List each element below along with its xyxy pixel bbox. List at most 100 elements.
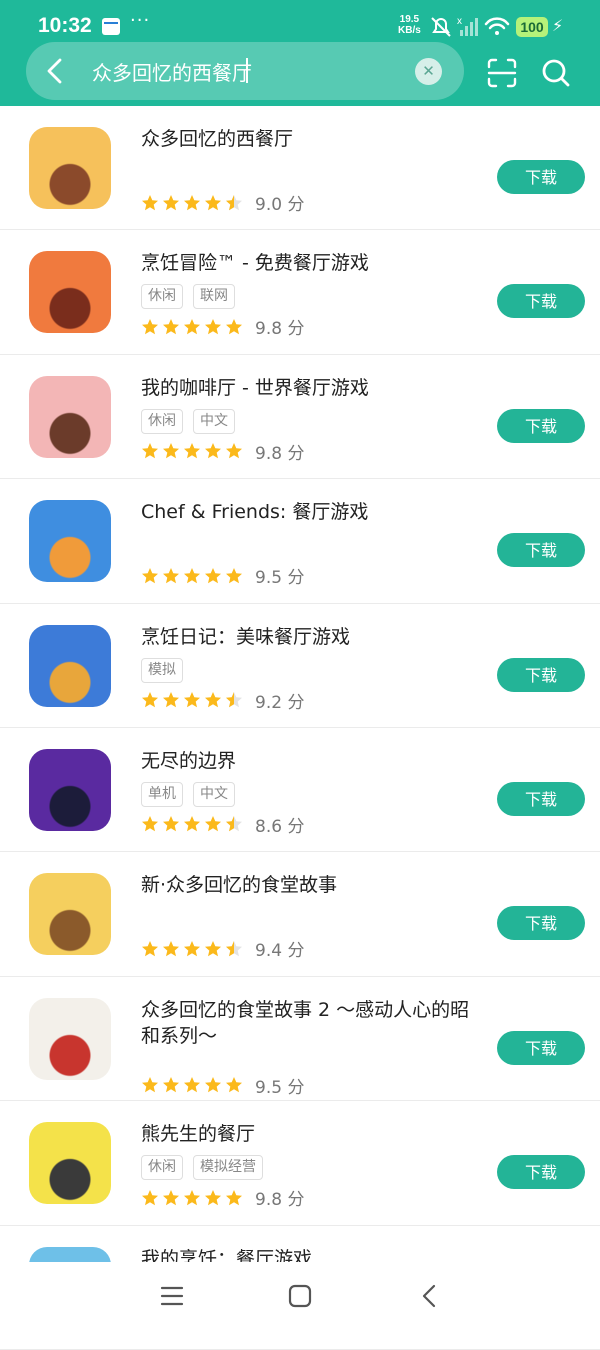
clear-search-button[interactable]: ✕ <box>415 58 442 85</box>
download-button[interactable]: 下载 <box>497 657 585 692</box>
app-icon[interactable] <box>29 127 111 209</box>
app-icon[interactable] <box>29 1122 111 1205</box>
back-arrow-icon[interactable] <box>40 56 70 86</box>
app-list-item[interactable]: Chef & Friends: 餐厅游戏 9.5 分 下载 <box>0 479 600 604</box>
star-icon <box>163 443 179 459</box>
download-button[interactable]: 下载 <box>497 1030 585 1065</box>
star-icon <box>205 692 221 708</box>
star-icon <box>142 692 158 708</box>
star-rating <box>141 318 243 336</box>
star-icon <box>226 1189 242 1205</box>
scan-icon[interactable] <box>487 58 517 88</box>
more-notifications-icon: ··· <box>130 10 151 31</box>
star-icon <box>184 940 200 957</box>
star-icon <box>142 940 158 957</box>
app-tag: 模拟 <box>141 657 183 683</box>
search-input[interactable]: 众多回忆的西餐厅 <box>92 57 252 86</box>
star-icon <box>205 194 221 210</box>
app-tags: 休闲 联网 <box>141 284 235 310</box>
calendar-notification-icon <box>102 18 120 35</box>
app-score: 9.4 分 <box>255 941 305 962</box>
app-list-item[interactable]: 众多回忆的西餐厅 9.0 分 下载 <box>0 106 600 231</box>
star-icon <box>205 318 221 335</box>
app-icon[interactable] <box>29 873 111 956</box>
app-title[interactable]: 我的咖啡厅 - 世界餐厅游戏 <box>141 375 481 401</box>
app-title[interactable]: 新·众多回忆的食堂故事 <box>141 872 481 898</box>
app-list-item[interactable]: 烹饪日记：美味餐厅游戏 模拟 9.2 分 下载 <box>0 604 600 728</box>
star-rating <box>141 1189 243 1207</box>
app-tag: 休闲 <box>141 284 183 310</box>
app-list-item[interactable]: 我的咖啡厅 - 世界餐厅游戏 休闲 中文 9.8 分 下载 <box>0 355 600 480</box>
search-icon[interactable] <box>540 57 572 89</box>
app-tags: 单机 中文 <box>141 781 235 807</box>
star-icon <box>184 318 200 335</box>
star-icon <box>142 443 158 459</box>
battery-indicator: 100 <box>516 17 548 37</box>
app-tags: 模拟 <box>141 657 183 683</box>
app-icon[interactable] <box>29 251 111 334</box>
star-icon <box>163 1189 179 1205</box>
app-icon[interactable] <box>29 375 111 458</box>
network-speed-unit: KB/s <box>398 25 421 36</box>
app-list-item[interactable]: 众多回忆的食堂故事 2 ～感动人心的昭和系列～ 9.5 分 下载 <box>0 977 600 1102</box>
star-icon <box>142 1189 158 1205</box>
menu-icon[interactable] <box>160 1284 184 1308</box>
back-nav-icon[interactable] <box>418 1284 442 1308</box>
star-icon <box>163 940 179 957</box>
app-rating: 9.5 分 <box>141 1073 304 1098</box>
status-time: 10:32 <box>38 14 92 37</box>
download-button[interactable]: 下载 <box>497 906 585 941</box>
star-rating <box>141 194 243 212</box>
star-icon <box>226 567 242 583</box>
app-title[interactable]: 熊先生的餐厅 <box>141 1121 481 1147</box>
app-title[interactable]: 烹饪日记：美味餐厅游戏 <box>141 624 481 650</box>
star-icon <box>226 318 242 335</box>
star-icon <box>205 567 221 583</box>
home-icon[interactable] <box>288 1284 312 1308</box>
app-title[interactable]: Chef & Friends: 餐厅游戏 <box>141 499 481 525</box>
app-tag: 模拟经营 <box>193 1155 263 1181</box>
app-list-item[interactable]: 无尽的边界单机 中文 8.6 分 下载 <box>0 728 600 853</box>
app-score: 9.8 分 <box>255 319 305 340</box>
app-icon[interactable] <box>29 748 111 831</box>
download-button[interactable]: 下载 <box>497 408 585 443</box>
app-title[interactable]: 无尽的边界 <box>141 748 481 774</box>
app-rating: 8.6 分 <box>141 812 304 837</box>
app-score: 9.0 分 <box>255 195 305 215</box>
star-icon <box>142 318 158 335</box>
app-list-item[interactable]: 熊先生的餐厅 休闲 模拟经营 9.8 分 下载 <box>0 1101 600 1226</box>
star-icon <box>184 443 200 459</box>
star-rating <box>141 567 243 585</box>
wifi-icon <box>484 17 510 35</box>
app-tag: 单机 <box>141 781 183 807</box>
star-icon <box>163 816 179 832</box>
app-list-item[interactable]: 烹饪冒险™ - 免费餐厅游戏 休闲 联网 9.8 分 下载 <box>0 230 600 355</box>
app-title[interactable]: 众多回忆的西餐厅 <box>141 126 481 152</box>
download-button[interactable]: 下载 <box>497 781 585 816</box>
half-star-icon <box>226 692 242 708</box>
half-star-icon <box>226 194 242 210</box>
app-icon[interactable] <box>29 997 111 1080</box>
svg-text:x: x <box>457 16 462 27</box>
star-icon <box>226 443 242 459</box>
star-rating <box>141 442 243 460</box>
app-title[interactable]: 众多回忆的食堂故事 2 ～感动人心的昭和系列～ <box>141 997 481 1049</box>
app-tags: 休闲 中文 <box>141 408 235 434</box>
download-button[interactable]: 下载 <box>497 160 585 194</box>
app-list-item[interactable]: 新·众多回忆的食堂故事 9.4 分 下载 <box>0 852 600 977</box>
network-speed-value: 19.5 <box>399 14 420 25</box>
search-results-list: 众多回忆的西餐厅 9.0 分下载 烹饪冒险™ - 免费餐厅游戏 休闲 联网 9.8 分下载… <box>0 106 600 1350</box>
download-button[interactable]: 下载 <box>497 1155 585 1190</box>
app-icon[interactable] <box>29 624 111 707</box>
app-icon[interactable] <box>29 500 111 583</box>
app-title[interactable]: 烹饪冒险™ - 免费餐厅游戏 <box>141 250 481 276</box>
mute-bell-icon <box>431 17 451 37</box>
star-icon <box>205 816 221 832</box>
download-button[interactable]: 下载 <box>497 284 585 319</box>
star-icon <box>163 692 179 708</box>
star-rating <box>141 940 243 958</box>
download-button[interactable]: 下载 <box>497 533 585 568</box>
text-caret <box>246 58 248 83</box>
star-icon <box>142 194 158 210</box>
star-icon <box>226 1077 242 1093</box>
